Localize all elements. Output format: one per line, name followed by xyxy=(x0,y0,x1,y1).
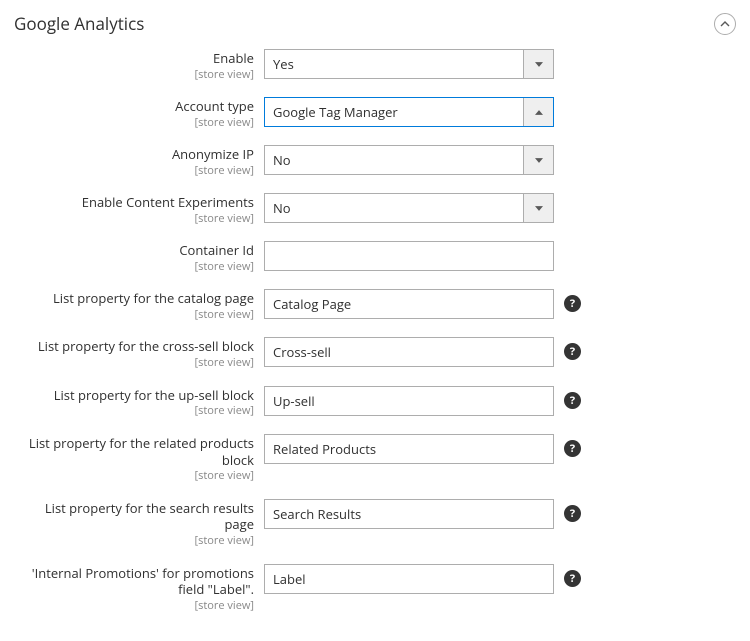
field-anonymize-ip: Anonymize IP [store view] No xyxy=(14,145,736,177)
list-related-input[interactable] xyxy=(264,434,554,464)
field-label: Enable xyxy=(14,50,254,67)
account-type-select[interactable]: Google Tag Manager xyxy=(264,97,554,127)
help-icon[interactable]: ? xyxy=(564,392,581,409)
field-label: Enable Content Experiments xyxy=(14,194,254,211)
field-label: List property for the cross-sell block xyxy=(14,338,254,355)
field-account-type: Account type [store view] Google Tag Man… xyxy=(14,97,736,129)
field-list-catalog: List property for the catalog page [stor… xyxy=(14,289,736,321)
help-icon[interactable]: ? xyxy=(564,295,581,312)
internal-promotions-input[interactable] xyxy=(264,564,554,594)
scope-label: [store view] xyxy=(14,599,254,612)
field-label: List property for the catalog page xyxy=(14,290,254,307)
scope-label: [store view] xyxy=(14,68,254,81)
chevron-down-icon xyxy=(523,146,553,174)
enable-select[interactable]: Yes xyxy=(264,49,554,79)
field-label: Account type xyxy=(14,98,254,115)
field-container-id: Container Id [store view] xyxy=(14,241,736,273)
select-value: No xyxy=(273,199,545,217)
scope-label: [store view] xyxy=(14,116,254,129)
select-value: No xyxy=(273,151,545,169)
scope-label: [store view] xyxy=(14,164,254,177)
list-up-sell-input[interactable] xyxy=(264,386,554,416)
field-list-cross-sell: List property for the cross-sell block [… xyxy=(14,337,736,369)
scope-label: [store view] xyxy=(14,260,254,273)
field-enable-content-experiments: Enable Content Experiments [store view] … xyxy=(14,193,736,225)
field-label: 'Internal Promotions' for promotions fie… xyxy=(14,565,254,599)
anonymize-ip-select[interactable]: No xyxy=(264,145,554,175)
field-enable: Enable [store view] Yes xyxy=(14,49,736,81)
select-value: Google Tag Manager xyxy=(273,103,545,121)
scope-label: [store view] xyxy=(14,534,254,547)
field-label: List property for the search results pag… xyxy=(14,500,254,534)
field-list-related: List property for the related products b… xyxy=(14,434,736,483)
chevron-down-icon xyxy=(523,50,553,78)
scope-label: [store view] xyxy=(14,356,254,369)
enable-content-experiments-select[interactable]: No xyxy=(264,193,554,223)
chevron-up-icon xyxy=(720,21,730,27)
scope-label: [store view] xyxy=(14,404,254,417)
field-list-search: List property for the search results pag… xyxy=(14,499,736,548)
scope-label: [store view] xyxy=(14,212,254,225)
field-label: Container Id xyxy=(14,242,254,259)
field-label: Anonymize IP xyxy=(14,146,254,163)
collapse-toggle-button[interactable] xyxy=(714,13,736,35)
field-list-up-sell: List property for the up-sell block [sto… xyxy=(14,386,736,418)
list-catalog-input[interactable] xyxy=(264,289,554,319)
section-title: Google Analytics xyxy=(14,12,144,35)
help-icon[interactable]: ? xyxy=(564,440,581,457)
help-icon[interactable]: ? xyxy=(564,570,581,587)
scope-label: [store view] xyxy=(14,308,254,321)
chevron-up-icon xyxy=(523,98,553,126)
chevron-down-icon xyxy=(523,194,553,222)
select-value: Yes xyxy=(273,55,545,73)
scope-label: [store view] xyxy=(14,469,254,482)
list-cross-sell-input[interactable] xyxy=(264,337,554,367)
help-icon[interactable]: ? xyxy=(564,343,581,360)
section-header: Google Analytics xyxy=(14,12,736,49)
list-search-input[interactable] xyxy=(264,499,554,529)
field-internal-promotions: 'Internal Promotions' for promotions fie… xyxy=(14,564,736,613)
help-icon[interactable]: ? xyxy=(564,505,581,522)
field-label: List property for the up-sell block xyxy=(14,387,254,404)
field-label: List property for the related products b… xyxy=(14,435,254,469)
container-id-input[interactable] xyxy=(264,241,554,271)
